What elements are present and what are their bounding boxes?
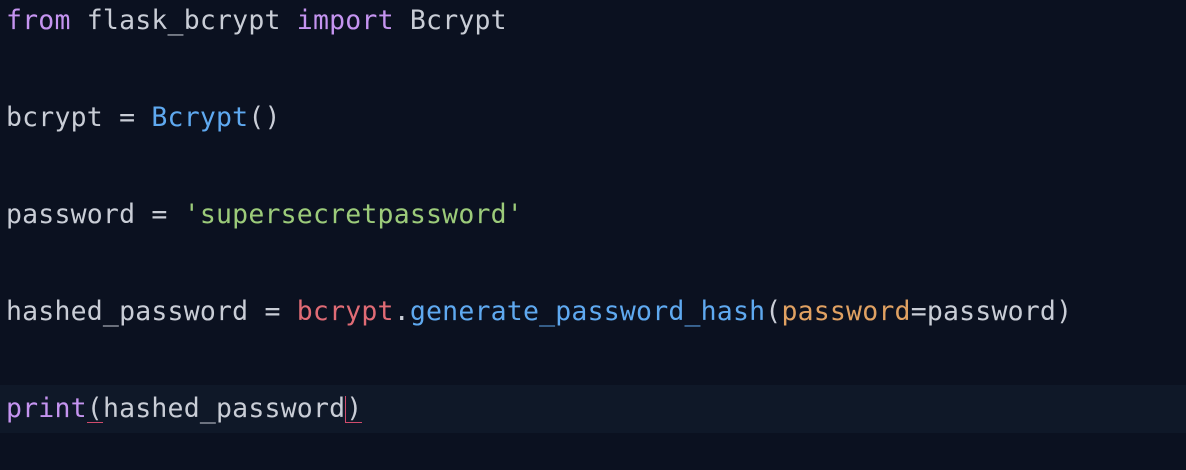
assignment-target: password =: [6, 199, 184, 230]
builtin-print: print: [6, 393, 87, 424]
equals-sign: =: [910, 296, 927, 327]
code-line-4[interactable]: hashed_password = bcrypt.generate_passwo…: [6, 288, 1072, 336]
code-line-5-current[interactable]: print(hashed_password): [0, 385, 1186, 433]
open-paren: (: [765, 296, 782, 327]
argument-value: password: [926, 296, 1057, 327]
call-parens: (): [248, 102, 281, 133]
keyword-import: import: [296, 5, 394, 36]
method-name: generate_password_hash: [409, 296, 766, 327]
member-dot: .: [393, 296, 410, 327]
code-editor[interactable]: from flask_bcrypt import Bcrypt bcrypt =…: [0, 0, 1186, 470]
assignment-target: hashed_password =: [6, 296, 297, 327]
imported-name: Bcrypt: [393, 5, 507, 36]
print-argument: hashed_password: [102, 393, 346, 424]
object-reference: bcrypt: [296, 296, 394, 327]
code-line-1[interactable]: from flask_bcrypt import Bcrypt: [6, 0, 507, 45]
module-name: flask_bcrypt: [70, 5, 297, 36]
class-call: Bcrypt: [151, 102, 249, 133]
string-literal: 'supersecretpassword': [183, 199, 523, 230]
keyword-from: from: [6, 5, 71, 36]
code-line-3[interactable]: password = 'supersecretpassword': [6, 191, 523, 239]
code-line-2[interactable]: bcrypt = Bcrypt(): [6, 94, 281, 142]
matched-close-paren: ): [345, 393, 363, 424]
close-paren: ): [1056, 296, 1073, 327]
assignment-target: bcrypt =: [6, 102, 152, 133]
matched-open-paren: (: [86, 393, 103, 424]
keyword-argument: password: [781, 296, 911, 327]
